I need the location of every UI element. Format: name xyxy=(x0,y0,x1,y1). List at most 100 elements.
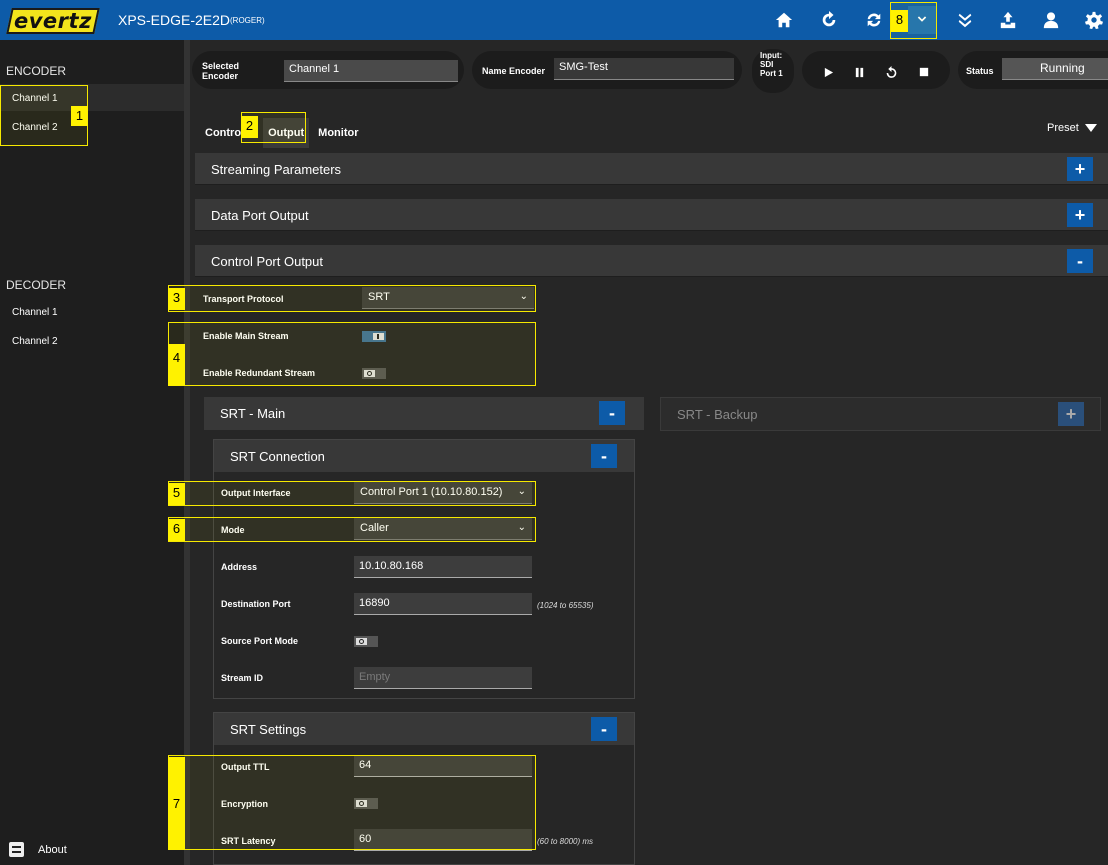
refresh-icon[interactable] xyxy=(817,8,841,32)
home-icon[interactable] xyxy=(772,8,796,32)
collapse-minus-icon[interactable]: - xyxy=(599,401,625,425)
annotation-badge-7: 7 xyxy=(168,757,185,850)
sidebar: ENCODER Channel 1 Channel 2 DECODER Chan… xyxy=(0,40,184,865)
enable-redundant-stream-toggle[interactable] xyxy=(362,368,386,379)
input-label: Input: SDI Port 1 xyxy=(760,51,783,78)
sidebar-encoder-channel-1[interactable]: Channel 1 xyxy=(12,93,58,104)
upload-icon[interactable] xyxy=(996,8,1020,32)
restart-icon[interactable] xyxy=(883,64,899,80)
chevron-down-icon: ⌄ xyxy=(519,291,528,302)
sidebar-encoder-channel-2[interactable]: Channel 2 xyxy=(12,122,58,133)
collapse-minus-icon[interactable]: - xyxy=(591,717,617,741)
section-title: Data Port Output xyxy=(211,208,309,223)
name-encoder-label: Name Encoder xyxy=(482,66,546,76)
evertz-logo[interactable]: evertz xyxy=(6,8,100,34)
srt-main-header[interactable]: SRT - Main - xyxy=(204,397,644,430)
user-icon[interactable] xyxy=(1039,8,1063,32)
input-group: Input: SDI Port 1 xyxy=(752,49,794,93)
name-encoder-group: Name Encoder SMG-Test xyxy=(472,51,742,89)
transport-protocol-label: Transport Protocol xyxy=(203,294,284,304)
encryption-label: Encryption xyxy=(221,799,269,809)
status-group: Status ✓ Running xyxy=(958,51,1108,89)
encoder-section-label: ENCODER xyxy=(6,64,67,78)
device-name: XPS-EDGE-2E2D xyxy=(118,12,231,28)
srt-settings-header[interactable]: SRT Settings - xyxy=(214,713,634,745)
selected-encoder-group: Selected Encoder Channel 1 xyxy=(192,51,464,89)
main-panel: Selected Encoder Channel 1 Name Encoder … xyxy=(190,40,1108,865)
section-title: Streaming Parameters xyxy=(211,162,342,177)
srt-connection-header[interactable]: SRT Connection - xyxy=(214,440,634,472)
status-label: Status xyxy=(966,66,994,76)
annotation-badge-1: 1 xyxy=(71,106,88,126)
srt-backup-header[interactable]: SRT - Backup + xyxy=(661,398,1100,430)
output-ttl-input[interactable]: 64 xyxy=(354,755,532,777)
top-bar: evertz XPS-EDGE-2E2D (ROGER) xyxy=(0,0,1108,40)
name-encoder-field[interactable]: SMG-Test xyxy=(554,58,734,80)
address-label: Address xyxy=(221,562,258,572)
stream-id-input[interactable]: Empty xyxy=(354,667,532,689)
srt-connection-title: SRT Connection xyxy=(230,449,325,464)
mode-select[interactable]: Caller ⌄ xyxy=(354,518,532,540)
status-value: Running xyxy=(1002,58,1108,80)
data-port-output-section[interactable]: Data Port Output + xyxy=(195,199,1108,231)
encryption-toggle[interactable] xyxy=(354,798,378,809)
expand-plus-icon[interactable]: + xyxy=(1058,402,1084,426)
selected-encoder-field[interactable]: Channel 1 xyxy=(284,60,458,82)
annotation-badge-2: 2 xyxy=(241,116,258,138)
preset-label: Preset xyxy=(1047,122,1079,134)
destination-port-hint: (1024 to 65535) xyxy=(537,601,594,610)
about-link[interactable]: About xyxy=(9,842,67,857)
chevron-down-icon: ⌄ xyxy=(517,486,526,497)
streaming-parameters-section[interactable]: Streaming Parameters + xyxy=(195,153,1108,185)
source-port-mode-label: Source Port Mode xyxy=(221,636,299,646)
enable-main-stream-toggle[interactable] xyxy=(362,331,386,342)
document-icon xyxy=(9,842,24,857)
tab-monitor[interactable]: Monitor xyxy=(313,118,363,148)
transport-protocol-select[interactable]: SRT ⌄ xyxy=(362,287,534,309)
caret-down-icon xyxy=(1084,124,1097,132)
enable-main-stream-label: Enable Main Stream xyxy=(203,331,289,341)
annotation-badge-8: 8 xyxy=(891,10,908,32)
stream-id-label: Stream ID xyxy=(221,673,264,683)
srt-backup-title: SRT - Backup xyxy=(677,407,758,422)
sync-icon[interactable] xyxy=(862,8,886,32)
expand-plus-icon[interactable]: + xyxy=(1067,203,1093,227)
srt-backup-panel: SRT - Backup + xyxy=(660,397,1101,431)
output-interface-select[interactable]: Control Port 1 (10.10.80.152) ⌄ xyxy=(354,482,532,504)
chevron-down-icon[interactable] xyxy=(908,6,936,34)
double-chevron-down-icon[interactable] xyxy=(953,8,977,32)
decoder-section-label: DECODER xyxy=(6,278,67,292)
tab-output[interactable]: Output xyxy=(263,118,310,148)
expand-plus-icon[interactable]: + xyxy=(1067,157,1093,181)
destination-port-input[interactable]: 16890 xyxy=(354,593,532,615)
srt-latency-input[interactable]: 60 xyxy=(354,829,532,851)
output-interface-label: Output Interface xyxy=(221,488,291,498)
preset-dropdown[interactable]: Preset xyxy=(1047,122,1097,134)
chevron-down-icon: ⌄ xyxy=(517,522,526,533)
device-user: (ROGER) xyxy=(230,16,265,25)
annotation-badge-6: 6 xyxy=(168,519,185,541)
annotation-badge-4: 4 xyxy=(168,344,185,386)
enable-redundant-stream-label: Enable Redundant Stream xyxy=(203,368,316,378)
control-port-output-section[interactable]: Control Port Output - xyxy=(195,245,1108,277)
source-port-mode-toggle[interactable] xyxy=(354,636,378,647)
address-input[interactable]: 10.10.80.168 xyxy=(354,556,532,578)
sidebar-decoder-channel-2[interactable]: Channel 2 xyxy=(12,336,58,347)
output-ttl-label: Output TTL xyxy=(221,762,270,772)
collapse-minus-icon[interactable]: - xyxy=(1067,249,1093,273)
section-title: Control Port Output xyxy=(211,254,323,269)
srt-main-title: SRT - Main xyxy=(220,406,286,421)
destination-port-label: Destination Port xyxy=(221,599,291,609)
selected-encoder-label: Selected Encoder xyxy=(202,61,240,81)
srt-latency-label: SRT Latency xyxy=(221,836,276,846)
tab-bar: Control Output Monitor xyxy=(200,118,363,148)
pause-icon[interactable] xyxy=(851,64,867,80)
collapse-minus-icon[interactable]: - xyxy=(591,444,617,468)
sidebar-decoder-channel-1[interactable]: Channel 1 xyxy=(12,307,58,318)
srt-settings-title: SRT Settings xyxy=(230,722,307,737)
about-label: About xyxy=(38,843,67,856)
annotation-badge-5: 5 xyxy=(168,483,185,505)
gear-icon[interactable] xyxy=(1082,8,1106,32)
play-icon[interactable] xyxy=(820,64,836,80)
stop-icon[interactable] xyxy=(916,64,932,80)
